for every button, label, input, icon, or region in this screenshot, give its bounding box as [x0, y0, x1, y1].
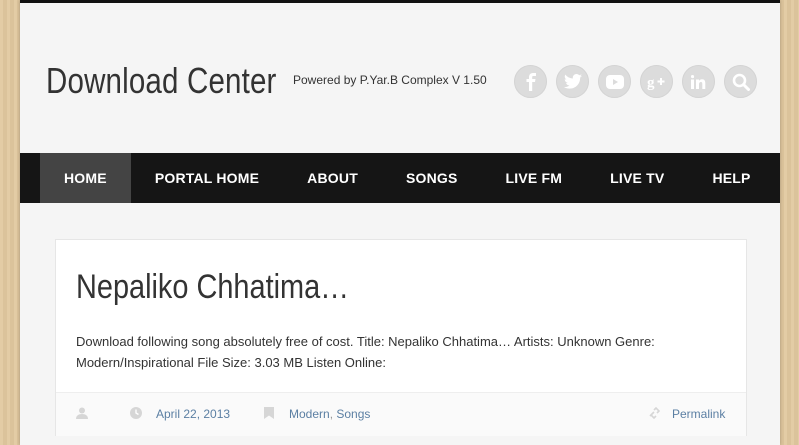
post-title[interactable]: Nepaliko Chhatima… [76, 268, 349, 307]
nav-item-home[interactable]: HOME [40, 153, 131, 203]
twitter-icon[interactable] [556, 65, 589, 98]
social-icons: g [514, 65, 757, 98]
nav-item-about[interactable]: ABOUT [283, 153, 382, 203]
site-title[interactable]: Download Center [46, 60, 277, 102]
google-plus-icon[interactable]: g [640, 65, 673, 98]
author-icon [76, 407, 88, 419]
nav-item-songs[interactable]: SONGS [382, 153, 482, 203]
date-icon [130, 407, 142, 419]
permalink-link[interactable]: Permalink [672, 407, 725, 421]
category-icon [264, 407, 274, 419]
nav-item-help[interactable]: HELP [688, 153, 774, 203]
nav-item-live-fm[interactable]: LIVE FM [482, 153, 587, 203]
date-wrap: April 22, 2013 [156, 407, 230, 421]
permalink-wrap: Permalink [672, 407, 725, 421]
post-date[interactable]: April 22, 2013 [156, 407, 230, 421]
main-nav: HOME PORTAL HOME ABOUT SONGS LIVE FM LIV… [20, 153, 780, 203]
category-link-songs[interactable]: Songs [336, 407, 370, 421]
svg-text:g: g [647, 75, 655, 90]
post-excerpt: Download following song absolutely free … [76, 334, 655, 370]
nav-item-live-tv[interactable]: LIVE TV [586, 153, 688, 203]
category-list: Modern , Songs [289, 407, 370, 421]
category-link-modern[interactable]: Modern [289, 407, 330, 421]
youtube-icon[interactable] [598, 65, 631, 98]
site-header: Download Center Powered by P.Yar.B Compl… [20, 3, 780, 153]
page: Download Center Powered by P.Yar.B Compl… [20, 0, 780, 445]
post-meta: April 22, 2013 Modern , Songs Permalink [56, 392, 746, 436]
nav-item-portal-home[interactable]: PORTAL HOME [131, 153, 283, 203]
category-separator: , [329, 407, 334, 421]
tagline: Powered by P.Yar.B Complex V 1.50 [293, 73, 487, 87]
post-card: Nepaliko Chhatima… Download following so… [55, 239, 747, 436]
link-icon [648, 407, 662, 419]
facebook-icon[interactable] [514, 65, 547, 98]
linkedin-icon[interactable] [682, 65, 715, 98]
search-icon[interactable] [724, 65, 757, 98]
